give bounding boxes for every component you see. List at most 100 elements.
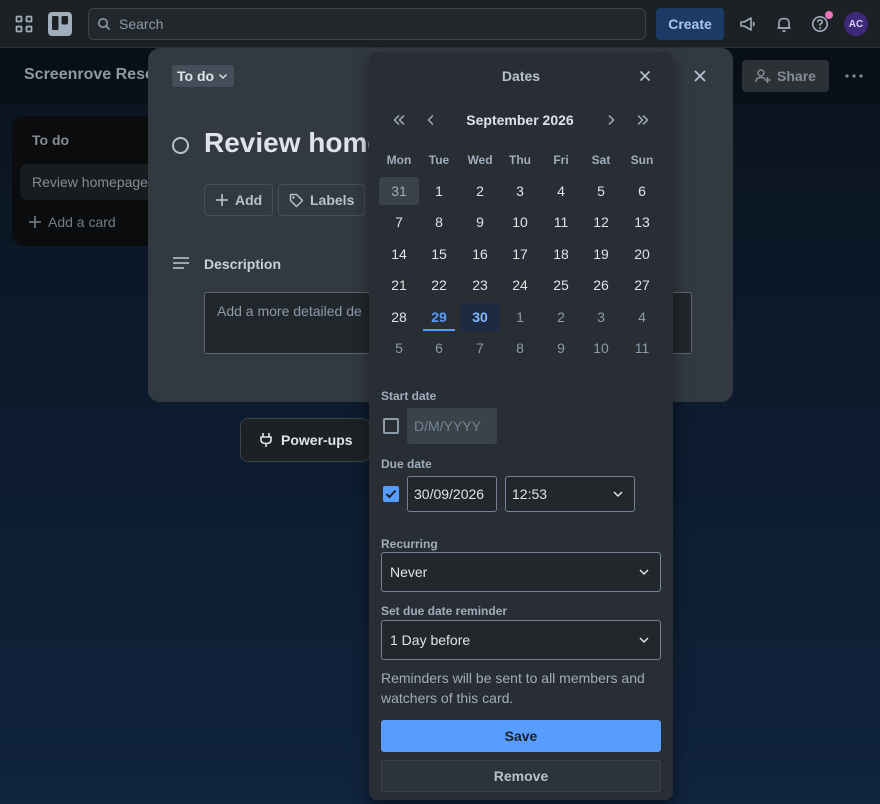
calendar-day[interactable]: 21 bbox=[379, 271, 419, 299]
calendar-day[interactable]: 1 bbox=[419, 177, 459, 205]
labels-label: Labels bbox=[310, 192, 355, 208]
chevron-down-icon bbox=[639, 569, 649, 576]
calendar-month-label: September 2026 bbox=[466, 112, 574, 128]
calendar-day[interactable]: 12 bbox=[581, 208, 621, 236]
calendar-day[interactable]: 5 bbox=[581, 177, 621, 205]
recurring-select[interactable]: Never bbox=[381, 552, 661, 592]
calendar-day[interactable]: 9 bbox=[460, 208, 500, 236]
calendar-day[interactable]: 4 bbox=[541, 177, 581, 205]
calendar-day[interactable]: 23 bbox=[460, 271, 500, 299]
create-button[interactable]: Create bbox=[656, 8, 724, 40]
list-select-label: To do bbox=[177, 68, 215, 84]
search-placeholder: Search bbox=[119, 16, 164, 32]
calendar-day[interactable]: 6 bbox=[622, 177, 662, 205]
weekday-header: Mon bbox=[386, 153, 412, 167]
close-popover-icon[interactable] bbox=[633, 64, 657, 88]
checkmark-icon bbox=[385, 489, 397, 499]
due-time-select[interactable]: 12:53 bbox=[505, 476, 635, 512]
tag-icon bbox=[289, 193, 304, 207]
calendar-day[interactable]: 8 bbox=[500, 334, 540, 362]
calendar-day[interactable]: 13 bbox=[622, 208, 662, 236]
calendar-day[interactable]: 18 bbox=[541, 240, 581, 268]
trello-logo-icon[interactable] bbox=[48, 12, 72, 36]
calendar-day[interactable]: 3 bbox=[581, 303, 621, 331]
calendar-day[interactable]: 25 bbox=[541, 271, 581, 299]
close-modal-icon[interactable] bbox=[688, 64, 712, 88]
start-date-checkbox[interactable] bbox=[383, 418, 399, 434]
search-input[interactable]: Search bbox=[88, 8, 646, 40]
calendar-day[interactable]: 5 bbox=[379, 334, 419, 362]
weekday-header: Sat bbox=[591, 153, 611, 167]
weekday-header: Sun bbox=[630, 153, 654, 167]
calendar-day[interactable]: 4 bbox=[622, 303, 662, 331]
labels-button[interactable]: Labels bbox=[278, 184, 366, 216]
calendar-day[interactable]: 16 bbox=[460, 240, 500, 268]
calendar-day[interactable]: 3 bbox=[500, 177, 540, 205]
add-button[interactable]: Add bbox=[204, 184, 274, 216]
power-ups-button[interactable]: Power-ups bbox=[240, 418, 370, 462]
calendar-day[interactable]: 20 bbox=[622, 240, 662, 268]
remove-button[interactable]: Remove bbox=[381, 760, 661, 792]
calendar-day[interactable]: 2 bbox=[460, 177, 500, 205]
reminder-note: Reminders will be sent to all members an… bbox=[381, 670, 645, 706]
power-ups-label: Power-ups bbox=[281, 432, 353, 448]
calendar-day[interactable]: 31 bbox=[379, 177, 419, 205]
calendar-day[interactable]: 30 bbox=[460, 303, 500, 331]
calendar-day[interactable]: 10 bbox=[581, 334, 621, 362]
calendar-day[interactable]: 22 bbox=[419, 271, 459, 299]
list-select-button[interactable]: To do bbox=[172, 65, 234, 87]
recurring-label: Recurring bbox=[381, 537, 438, 551]
recurring-value: Never bbox=[390, 564, 428, 580]
notifications-bell-icon[interactable] bbox=[774, 14, 794, 34]
add-label: Add bbox=[235, 192, 263, 208]
calendar-day[interactable]: 11 bbox=[622, 334, 662, 362]
card-title[interactable]: Review home bbox=[204, 127, 374, 159]
megaphone-icon[interactable] bbox=[738, 14, 758, 34]
calendar-day[interactable]: 24 bbox=[500, 271, 540, 299]
description-icon bbox=[172, 255, 190, 273]
next-month-icon[interactable] bbox=[599, 108, 623, 132]
calendar-day[interactable]: 19 bbox=[581, 240, 621, 268]
calendar-day[interactable]: 7 bbox=[379, 208, 419, 236]
weekday-header: Fri bbox=[553, 153, 569, 167]
due-date-label: Due date bbox=[381, 457, 432, 471]
app-switcher-icon[interactable] bbox=[14, 14, 34, 34]
calendar-day[interactable]: 6 bbox=[419, 334, 459, 362]
calendar-day[interactable]: 26 bbox=[581, 271, 621, 299]
reminder-select[interactable]: 1 Day before bbox=[381, 620, 661, 660]
calendar-day[interactable]: 29 bbox=[419, 303, 459, 331]
due-time-value: 12:53 bbox=[512, 486, 548, 502]
reminder-value: 1 Day before bbox=[390, 632, 471, 648]
start-date-input[interactable]: D/M/YYYY bbox=[407, 408, 497, 444]
calendar-day[interactable]: 2 bbox=[541, 303, 581, 331]
calendar-day[interactable]: 11 bbox=[541, 208, 581, 236]
calendar-day[interactable]: 8 bbox=[419, 208, 459, 236]
chevron-down-icon bbox=[219, 74, 228, 79]
description-heading: Description bbox=[204, 256, 282, 272]
plug-icon bbox=[260, 433, 272, 447]
weekday-header: Thu bbox=[509, 153, 531, 167]
calendar-day[interactable]: 27 bbox=[622, 271, 662, 299]
due-date-input[interactable]: 30/09/2026 bbox=[407, 476, 497, 512]
calendar-day[interactable]: 14 bbox=[379, 240, 419, 268]
complete-toggle-icon[interactable] bbox=[172, 137, 189, 154]
due-date-checkbox[interactable] bbox=[383, 486, 399, 502]
reminder-label: Set due date reminder bbox=[381, 604, 508, 618]
avatar[interactable]: AC bbox=[844, 12, 868, 36]
dates-popover-title: Dates bbox=[501, 68, 541, 84]
calendar-day[interactable]: 28 bbox=[379, 303, 419, 331]
weekday-header: Tue bbox=[428, 153, 450, 167]
calendar-day[interactable]: 10 bbox=[500, 208, 540, 236]
save-button[interactable]: Save bbox=[381, 720, 661, 752]
chevron-down-icon bbox=[639, 637, 649, 644]
search-icon bbox=[98, 18, 111, 31]
calendar-day[interactable]: 1 bbox=[500, 303, 540, 331]
calendar-day[interactable]: 9 bbox=[541, 334, 581, 362]
calendar-day[interactable]: 15 bbox=[419, 240, 459, 268]
calendar-day[interactable]: 7 bbox=[460, 334, 500, 362]
chevron-down-icon bbox=[613, 491, 623, 498]
previous-year-icon[interactable] bbox=[387, 108, 411, 132]
plus-icon bbox=[216, 194, 228, 206]
calendar-day[interactable]: 17 bbox=[500, 240, 540, 268]
next-year-icon[interactable] bbox=[631, 108, 655, 132]
